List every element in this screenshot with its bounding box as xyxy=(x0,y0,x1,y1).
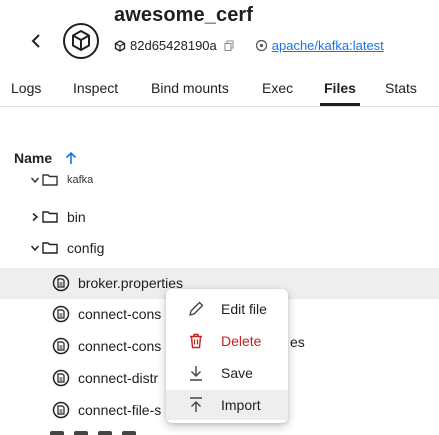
download-icon xyxy=(190,366,202,381)
tab-bind-mounts[interactable]: Bind mounts xyxy=(151,80,229,96)
tree-file[interactable]: connect-cons xyxy=(52,303,161,325)
tree-label: kafka xyxy=(67,174,94,186)
menu-import[interactable]: Import xyxy=(166,390,288,420)
menu-label: Save xyxy=(221,365,253,381)
tab-stats[interactable]: Stats xyxy=(385,80,417,96)
chevron-left-icon xyxy=(31,34,40,48)
chevron-down-icon xyxy=(30,245,40,252)
file-icon xyxy=(52,337,70,355)
tab-inspect[interactable]: Inspect xyxy=(73,80,118,96)
folder-icon xyxy=(42,211,58,223)
container-id-icon xyxy=(114,39,126,52)
file-context-menu: Edit file Delete Save Import xyxy=(166,289,288,423)
container-meta: 82d65428190a apache/kafka:latest xyxy=(114,38,384,53)
image-layers-icon xyxy=(255,39,267,52)
folder-open-icon xyxy=(42,242,58,254)
chevron-right-icon xyxy=(32,212,39,222)
folder-open-icon xyxy=(42,174,58,186)
tree-label: broker.properties xyxy=(78,275,184,291)
menu-label: Import xyxy=(221,397,261,413)
file-icon xyxy=(52,305,70,323)
tab-logs[interactable]: Logs xyxy=(11,80,41,96)
tree-file-broker-properties[interactable]: broker.properties xyxy=(52,272,183,294)
tree-label: connect-cons xyxy=(78,306,162,322)
name-column-header[interactable]: Name xyxy=(14,150,78,166)
menu-label: Edit file xyxy=(221,301,267,317)
tree-folder-bin[interactable]: bin xyxy=(30,206,86,228)
file-icon xyxy=(52,401,70,419)
menu-edit-file[interactable]: Edit file xyxy=(166,294,288,324)
tree-file[interactable]: connect-distr xyxy=(52,367,158,389)
tab-files[interactable]: Files xyxy=(324,80,356,96)
file-icon xyxy=(52,274,70,292)
tree-label: config xyxy=(67,240,105,256)
container-icon xyxy=(62,22,100,60)
file-icon xyxy=(52,369,70,387)
menu-save[interactable]: Save xyxy=(166,358,288,388)
tree-label: connect-cons xyxy=(78,338,162,354)
image-link[interactable]: apache/kafka:latest xyxy=(272,38,384,53)
upload-icon xyxy=(190,397,202,412)
sort-ascending-icon xyxy=(66,151,77,164)
truncated-filename-fragment: es xyxy=(290,334,305,350)
pencil-icon xyxy=(189,301,204,316)
container-id: 82d65428190a xyxy=(130,38,217,53)
tree-file[interactable]: connect-file-s xyxy=(52,399,161,421)
container-name: awesome_cerf xyxy=(114,4,254,26)
active-tab-indicator xyxy=(320,103,360,106)
back-button[interactable] xyxy=(25,28,47,54)
tab-bar: Logs Inspect Bind mounts Exec Files Stat… xyxy=(0,70,439,107)
tree-label: bin xyxy=(67,209,86,225)
tree-folder-kafka[interactable]: kafka xyxy=(30,171,93,189)
copy-icon[interactable] xyxy=(223,40,235,52)
menu-delete[interactable]: Delete xyxy=(166,326,288,356)
tree-folder-config[interactable]: config xyxy=(30,237,104,259)
tab-exec[interactable]: Exec xyxy=(262,80,293,96)
tree-label: connect-distr xyxy=(78,370,159,386)
menu-label: Delete xyxy=(221,333,262,349)
chevron-down-icon xyxy=(30,177,40,184)
tree-label: connect-file-s xyxy=(78,402,162,418)
trash-icon xyxy=(190,333,202,349)
next-row-partial-icons xyxy=(50,431,136,435)
tree-file[interactable]: connect-cons xyxy=(52,335,161,357)
name-column-label: Name xyxy=(14,150,53,166)
